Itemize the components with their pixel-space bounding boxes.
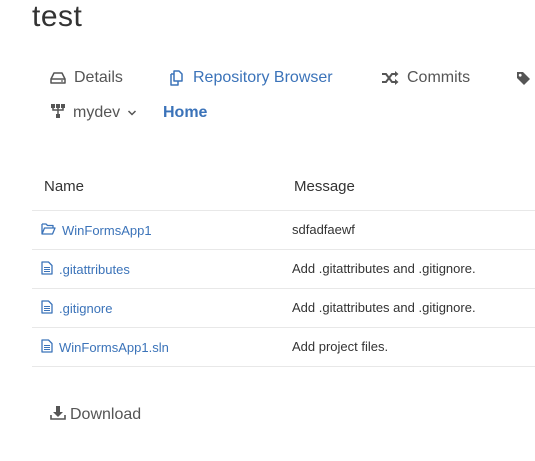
chevron-down-icon bbox=[127, 104, 137, 122]
tab-repository-browser-label: Repository Browser bbox=[193, 69, 333, 86]
file-name: .gitignore bbox=[59, 300, 113, 316]
repository-tabs: Details Repository Browser Commits bbox=[0, 64, 535, 92]
commit-message: Add .gitattributes and .gitignore. bbox=[292, 261, 476, 276]
file-name: .gitattributes bbox=[59, 261, 130, 277]
table-row: .gitattributes Add .gitattributes and .g… bbox=[32, 250, 535, 289]
copy-icon bbox=[168, 70, 185, 86]
column-header-message: Message bbox=[294, 178, 355, 195]
breadcrumb-home[interactable]: Home bbox=[163, 100, 207, 126]
file-text-icon bbox=[41, 299, 53, 317]
file-text-icon bbox=[41, 338, 53, 356]
file-link[interactable]: WinFormsApp1.sln bbox=[41, 328, 169, 366]
tab-tags[interactable] bbox=[516, 64, 531, 92]
file-text-icon bbox=[41, 260, 53, 278]
file-link[interactable]: .gitattributes bbox=[41, 250, 130, 288]
file-link[interactable]: .gitignore bbox=[41, 289, 112, 327]
table-row: WinFormsApp1.sln Add project files. bbox=[32, 328, 535, 367]
branch-icon bbox=[50, 103, 66, 124]
tab-commits-label: Commits bbox=[407, 69, 471, 86]
tab-repository-browser[interactable]: Repository Browser bbox=[168, 64, 333, 92]
tab-details[interactable]: Details bbox=[50, 64, 123, 92]
table-header: Name Message bbox=[32, 172, 535, 211]
branch-name: mydev bbox=[73, 104, 121, 121]
download-button[interactable]: Download bbox=[50, 404, 141, 426]
hdd-icon bbox=[50, 71, 66, 85]
commit-message: Add project files. bbox=[292, 339, 389, 354]
column-header-name: Name bbox=[44, 178, 85, 195]
shuffle-icon bbox=[381, 71, 399, 85]
repository-title: test bbox=[32, 0, 83, 33]
download-icon bbox=[50, 405, 66, 425]
folder-open-icon bbox=[41, 222, 56, 238]
commit-message: Add .gitattributes and .gitignore. bbox=[292, 300, 476, 315]
tag-icon bbox=[516, 71, 531, 86]
table-row: .gitignore Add .gitattributes and .gitig… bbox=[32, 289, 535, 328]
download-label: Download bbox=[70, 406, 142, 423]
table-row: WinFormsApp1 sdfadfaewf bbox=[32, 211, 535, 250]
file-link[interactable]: WinFormsApp1 bbox=[41, 211, 152, 249]
branch-bar: mydev Home bbox=[0, 100, 535, 126]
tab-commits[interactable]: Commits bbox=[381, 64, 470, 92]
tab-details-label: Details bbox=[74, 69, 123, 86]
file-name: WinFormsApp1 bbox=[62, 222, 152, 238]
branch-selector[interactable]: mydev bbox=[50, 100, 137, 126]
file-table: Name Message WinFormsApp1 sdfadfaewf .gi… bbox=[32, 172, 535, 367]
file-name: WinFormsApp1.sln bbox=[59, 339, 169, 355]
commit-message: sdfadfaewf bbox=[292, 222, 355, 237]
